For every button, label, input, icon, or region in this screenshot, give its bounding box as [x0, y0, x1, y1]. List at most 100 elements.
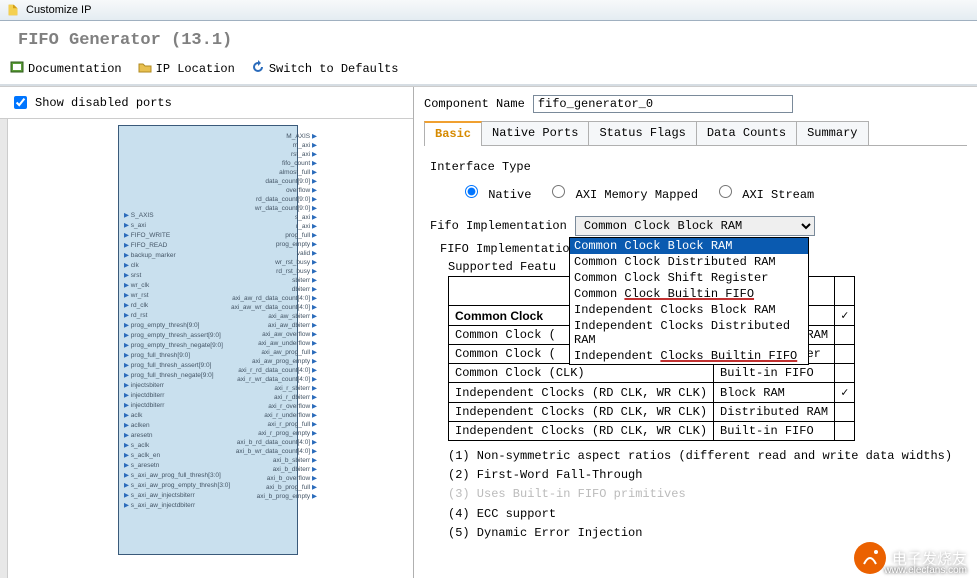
port-left: ▶ S_AXIS — [124, 211, 230, 219]
tab-native-ports[interactable]: Native Ports — [481, 121, 589, 145]
port-left: ▶ s_axi_aw_prog_full_thresh[3:0] — [124, 471, 230, 479]
note-line: (4) ECC support — [448, 505, 961, 524]
port-left: ▶ s_aclk — [124, 441, 230, 449]
port-left: ▶ aresetn — [124, 431, 230, 439]
dropdown-option[interactable]: Common Clock Block RAM — [570, 238, 808, 254]
window-title: Customize IP — [26, 4, 91, 16]
port-left: ▶ s_axi_aw_prog_empty_thresh[3:0] — [124, 481, 230, 489]
port-right: prog_empty ▶ — [231, 240, 317, 248]
component-name-input[interactable] — [533, 95, 793, 113]
elecfans-logo-icon — [854, 542, 886, 574]
tab-status-flags[interactable]: Status Flags — [588, 121, 696, 145]
port-left: ▶ clk — [124, 261, 230, 269]
right-pane: Component Name BasicNative PortsStatus F… — [414, 87, 977, 578]
tab-data-counts[interactable]: Data Counts — [696, 121, 797, 145]
port-left: ▶ prog_empty_thresh[9:0] — [124, 321, 230, 329]
tab-basic[interactable]: Basic — [424, 121, 482, 145]
port-left: ▶ aclk — [124, 411, 230, 419]
port-left: ▶ s_axi_aw_injectdbiterr — [124, 501, 230, 509]
tabs: BasicNative PortsStatus FlagsData Counts… — [424, 121, 967, 146]
port-left: ▶ injectsbiterr — [124, 381, 230, 389]
titlebar: Customize IP — [0, 0, 977, 21]
note-line: (1) Non-symmetric aspect ratios (differe… — [448, 447, 961, 466]
dropdown-option[interactable]: Common Clock Builtin FIFO — [570, 286, 808, 302]
port-right: r_axi ▶ — [231, 222, 317, 230]
port-right: overflow ▶ — [231, 186, 317, 194]
fifo-impl-select[interactable]: Common Clock Block RAM — [575, 216, 815, 236]
port-right: axi_r_underflow ▶ — [231, 411, 317, 419]
folder-icon — [138, 60, 152, 78]
port-left: ▶ prog_full_thresh_negate[9:0] — [124, 371, 230, 379]
port-right: axi_aw_prog_empty ▶ — [231, 357, 317, 365]
port-right: axi_b_rd_data_count[4:0] ▶ — [231, 438, 317, 446]
port-right: axi_aw_dbiterr ▶ — [231, 321, 317, 329]
port-right: wr_data_count[9:0] ▶ — [231, 204, 317, 212]
port-left: ▶ FIFO_READ — [124, 241, 230, 249]
port-right: axi_aw_prog_full ▶ — [231, 348, 317, 356]
watermark: 电子发烧友 www.elecfans.com — [854, 542, 967, 574]
note-line: (2) First-Word Fall-Through — [448, 466, 961, 485]
note-line: (3) Uses Built-in FIFO primitives — [448, 485, 961, 504]
table-row: Independent Clocks (RD CLK, WR CLK)Block… — [449, 383, 855, 403]
dropdown-option[interactable]: Common Clock Shift Register — [570, 270, 808, 286]
interface-type-label: Interface Type — [430, 160, 961, 174]
port-left: ▶ prog_full_thresh_assert[9:0] — [124, 361, 230, 369]
dropdown-option[interactable]: Independent Clocks Builtin FIFO — [570, 348, 808, 364]
port-right: axi_aw_wr_data_count[4:0] ▶ — [231, 303, 317, 311]
port-right: axi_r_rd_data_count[4:0] ▶ — [231, 366, 317, 374]
port-left: ▶ injectdbiterr — [124, 401, 230, 409]
port-left: ▶ rd_clk — [124, 301, 230, 309]
port-right: axi_aw_sbiterr ▶ — [231, 312, 317, 320]
port-left: ▶ backup_marker — [124, 251, 230, 259]
port-right: axi_b_prog_full ▶ — [231, 483, 317, 491]
port-left: ▶ wr_clk — [124, 281, 230, 289]
show-disabled-ports-checkbox[interactable] — [14, 96, 27, 109]
port-left: ▶ s_aresetn — [124, 461, 230, 469]
port-right: rd_data_count[9:0] ▶ — [231, 195, 317, 203]
port-right: axi_r_dbiterr ▶ — [231, 393, 317, 401]
port-right: axi_r_sbiterr ▶ — [231, 384, 317, 392]
port-left: ▶ aclken — [124, 421, 230, 429]
port-left: ▶ FIFO_WRITE — [124, 231, 230, 239]
switch-defaults-button[interactable]: Switch to Defaults — [251, 60, 399, 78]
port-right: data_count[9:0] ▶ — [231, 177, 317, 185]
port-right: axi_b_overflow ▶ — [231, 474, 317, 482]
port-right: M_AXIS ▶ — [231, 132, 317, 140]
port-left: ▶ prog_full_thresh[9:0] — [124, 351, 230, 359]
dropdown-option[interactable]: Independent Clocks Block RAM — [570, 302, 808, 318]
toolbar: Documentation IP Location Switch to Defa… — [0, 56, 977, 86]
port-right: axi_r_wr_data_count[4:0] ▶ — [231, 375, 317, 383]
ip-symbol-view[interactable]: ▶ S_AXIS▶ s_axi▶ FIFO_WRITE▶ FIFO_READ▶ … — [0, 119, 413, 578]
fifo-impl-opts-label: FIFO Implementation — [440, 242, 577, 256]
note-line: (5) Dynamic Error Injection — [448, 524, 961, 543]
port-right: axi_aw_overflow ▶ — [231, 330, 317, 338]
fifo-impl-label: Fifo Implementation — [430, 219, 567, 233]
port-right: rd_rst_busy ▶ — [231, 267, 317, 275]
port-left: ▶ rd_rst — [124, 311, 230, 319]
dropdown-option[interactable]: Common Clock Distributed RAM — [570, 254, 808, 270]
port-left: ▶ srst — [124, 271, 230, 279]
port-right: sbiterr ▶ — [231, 276, 317, 284]
port-left: ▶ prog_empty_thresh_negate[9:0] — [124, 341, 230, 349]
interface-type-native[interactable]: Native — [460, 188, 531, 202]
port-left: ▶ wr_rst — [124, 291, 230, 299]
port-right: axi_r_prog_empty ▶ — [231, 429, 317, 437]
documentation-button[interactable]: Documentation — [10, 60, 122, 78]
dropdown-option[interactable]: Independent Clocks Distributed RAM — [570, 318, 808, 348]
port-left: ▶ s_axi_aw_injectsbiterr — [124, 491, 230, 499]
port-right: wr_rst_busy ▶ — [231, 258, 317, 266]
port-right: axi_aw_underflow ▶ — [231, 339, 317, 347]
tab-summary[interactable]: Summary — [796, 121, 868, 145]
fifo-impl-dropdown-list[interactable]: Common Clock Block RAMCommon Clock Distr… — [569, 237, 809, 365]
interface-type-axi-stream[interactable]: AXI Stream — [714, 188, 814, 202]
port-right: prog_full ▶ — [231, 231, 317, 239]
refresh-icon — [251, 60, 265, 78]
ip-location-button[interactable]: IP Location — [138, 60, 235, 78]
port-right: valid ▶ — [231, 249, 317, 257]
page-title: FIFO Generator (13.1) — [0, 21, 977, 56]
interface-type-axi-memory-mapped[interactable]: AXI Memory Mapped — [547, 188, 698, 202]
table-row: Common Clock (CLK)Built-in FIFO — [449, 364, 855, 383]
component-name-label: Component Name — [424, 97, 525, 111]
port-right: axi_b_wr_data_count[4:0] ▶ — [231, 447, 317, 455]
port-right: dbiterr ▶ — [231, 285, 317, 293]
